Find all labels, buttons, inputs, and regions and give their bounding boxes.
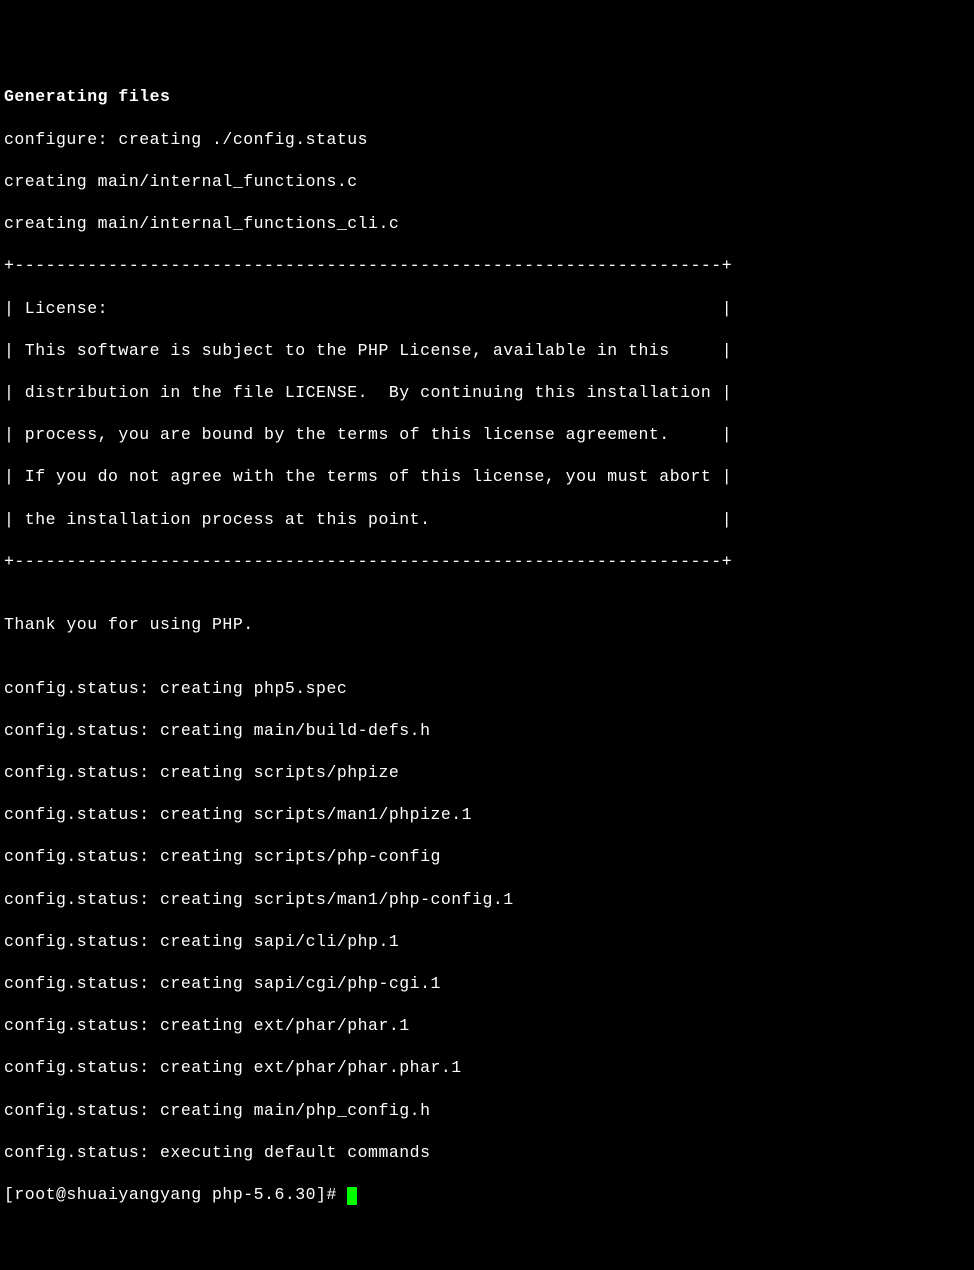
heading-generating-files: Generating files <box>4 86 970 107</box>
config-status-line: config.status: creating scripts/man1/php… <box>4 889 970 910</box>
output-line: creating main/internal_functions_cli.c <box>4 213 970 234</box>
config-status-line: config.status: creating main/php_config.… <box>4 1100 970 1121</box>
license-box-line: | distribution in the file LICENSE. By c… <box>4 382 970 403</box>
config-status-line: config.status: executing default command… <box>4 1142 970 1163</box>
license-box-line: | process, you are bound by the terms of… <box>4 424 970 445</box>
config-status-line: config.status: creating scripts/php-conf… <box>4 846 970 867</box>
output-line: configure: creating ./config.status <box>4 129 970 150</box>
license-box-border-bottom: +---------------------------------------… <box>4 551 970 572</box>
config-status-line: config.status: creating php5.spec <box>4 678 970 699</box>
license-box-line: | the installation process at this point… <box>4 509 970 530</box>
license-box-border-top: +---------------------------------------… <box>4 255 970 276</box>
config-status-line: config.status: creating main/build-defs.… <box>4 720 970 741</box>
prompt-line[interactable]: [root@shuaiyangyang php-5.6.30]# <box>4 1184 970 1205</box>
config-status-line: config.status: creating sapi/cli/php.1 <box>4 931 970 952</box>
config-status-line: config.status: creating scripts/phpize <box>4 762 970 783</box>
thank-you-line: Thank you for using PHP. <box>4 614 970 635</box>
license-box-line: | If you do not agree with the terms of … <box>4 466 970 487</box>
config-status-line: config.status: creating sapi/cgi/php-cgi… <box>4 973 970 994</box>
config-status-line: config.status: creating ext/phar/phar.ph… <box>4 1057 970 1078</box>
license-box-line: | License: | <box>4 298 970 319</box>
license-box-line: | This software is subject to the PHP Li… <box>4 340 970 361</box>
config-status-line: config.status: creating scripts/man1/php… <box>4 804 970 825</box>
cursor-icon <box>347 1187 357 1205</box>
output-line: creating main/internal_functions.c <box>4 171 970 192</box>
shell-prompt: [root@shuaiyangyang php-5.6.30]# <box>4 1185 347 1204</box>
config-status-line: config.status: creating ext/phar/phar.1 <box>4 1015 970 1036</box>
